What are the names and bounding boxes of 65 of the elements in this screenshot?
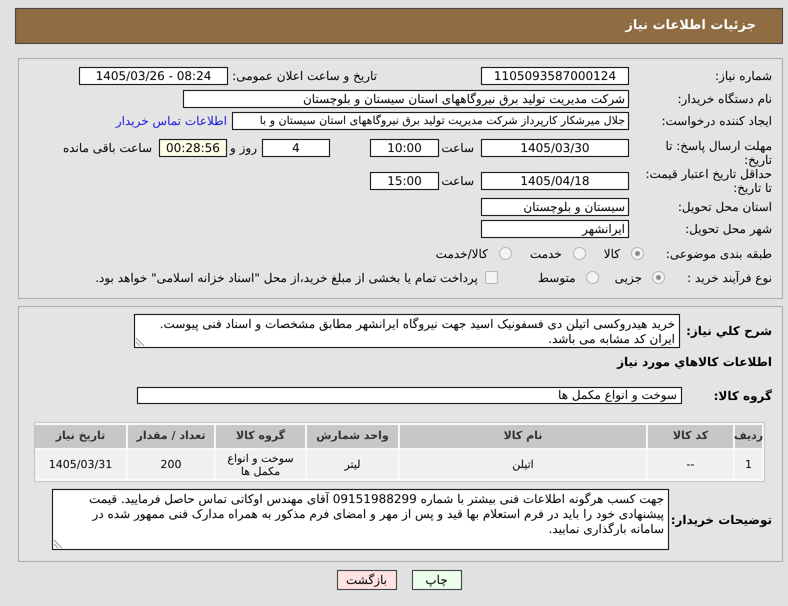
column-header: تاریخ نیاز bbox=[35, 425, 126, 448]
radio-label[interactable]: متوسط bbox=[538, 268, 576, 286]
radio-label[interactable]: کالا/خدمت bbox=[436, 244, 488, 262]
field-label: تاریخ و ساعت اعلان عمومی: bbox=[231, 69, 377, 83]
radio-label[interactable]: کالا bbox=[604, 244, 620, 262]
table-cell: اتیلن bbox=[400, 450, 646, 479]
text-field[interactable]: 1105093587000124 bbox=[481, 67, 629, 85]
text-field[interactable]: 1405/04/18 bbox=[481, 172, 629, 190]
field-label: حداقل تاریخ اعتبار قیمت: تا تاریخ: bbox=[644, 167, 772, 195]
column-header: کد کالا bbox=[648, 425, 733, 448]
column-header: تعداد / مقدار bbox=[128, 425, 214, 448]
field-label: شهر محل تحویل: bbox=[684, 222, 772, 236]
back-button[interactable]: بازگشت bbox=[336, 570, 396, 590]
field-label: ایجاد کننده درخواست: bbox=[660, 114, 772, 128]
field-label: روز و bbox=[228, 140, 257, 157]
text-field[interactable]: شرکت مدیریت تولید برق نیروگاههای استان سیستان و بلوچستان bbox=[183, 90, 629, 108]
radio-label[interactable]: جزیی bbox=[614, 268, 642, 286]
table-cell: 1 bbox=[735, 450, 762, 479]
column-header: نام کالا bbox=[400, 425, 646, 448]
checkbox-label[interactable]: پرداخت تمام یا بخشی از مبلغ خرید،از محل "اسناد خزانه اسلامی" خواهد بود. bbox=[95, 268, 478, 286]
field-label: ساعت bbox=[440, 140, 474, 157]
table-cell: 1405/03/31 bbox=[35, 450, 126, 479]
text-field[interactable]: سیستان و بلوچستان bbox=[481, 198, 629, 216]
radio-button[interactable] bbox=[572, 247, 586, 260]
text-field[interactable]: 1405/03/30 bbox=[481, 139, 629, 157]
checkbox[interactable] bbox=[484, 271, 498, 284]
radio-button[interactable] bbox=[586, 271, 599, 284]
field-label: استان محل تحویل: bbox=[676, 200, 772, 214]
radio-button[interactable] bbox=[652, 271, 665, 284]
print-button[interactable]: چاپ bbox=[412, 570, 462, 590]
days-field[interactable]: 4 bbox=[262, 139, 330, 157]
field-label: شماره نیاز: bbox=[714, 69, 772, 83]
remaining-time-field[interactable]: 00:28:56 bbox=[159, 139, 227, 157]
column-header: ردیف bbox=[735, 425, 762, 448]
text-field[interactable]: جلال میرشکار کارپرداز شرکت مدیریت تولید برق نیروگاههای استان سیستان و با bbox=[232, 112, 629, 130]
field-label: نام دستگاه خریدار: bbox=[676, 92, 772, 106]
field-label: مهلت ارسال پاسخ: تا تاریخ: bbox=[664, 139, 772, 167]
text-field[interactable]: ایرانشهر bbox=[481, 220, 629, 238]
goods-group-field[interactable]: سوخت و انواع مکمل ها bbox=[137, 387, 682, 404]
radio-label[interactable]: خدمت bbox=[530, 244, 562, 262]
field-label: نوع فرآیند خرید : bbox=[686, 270, 772, 284]
table-cell: لیتر bbox=[307, 450, 398, 479]
column-header: واحد شمارش bbox=[307, 425, 398, 448]
summary-textarea[interactable]: خرید هیدروکسی اتیلن دی فسفونیک اسید جهت نیروگاه ایرانشهر مطابق مشخصات و اسناد فنی پیوست. ایران کد مشابه می باشد. bbox=[134, 314, 680, 348]
field-label: توضیحات خریدار: bbox=[670, 512, 772, 526]
column-header: گروه کالا bbox=[216, 425, 305, 448]
field-label: طبقه بندی موضوعی: bbox=[664, 246, 772, 260]
table-cell: 200 bbox=[128, 450, 214, 479]
field-label: گروه کالا: bbox=[712, 388, 772, 402]
text-field[interactable]: 15:00 bbox=[370, 172, 439, 190]
page-title: جزئیات اطلاعات نیاز bbox=[625, 17, 756, 36]
resize-grip-icon[interactable] bbox=[54, 539, 63, 548]
table-cell: سوخت و انواع مکمل ها bbox=[216, 450, 305, 479]
text-field[interactable]: 1405/03/26 - 08:24 bbox=[79, 67, 228, 85]
field-label: شرح کلي نیاز: bbox=[685, 324, 772, 338]
radio-button[interactable] bbox=[631, 247, 644, 260]
buyer-notes-textarea[interactable]: جهت کسب هرگونه اطلاعات فنی بیشتر با شماره 09151988299 آقای مهندس اوکاتی تماس حاصل فرمایید. قیمت پیشنهادی خود را باید در فرم استعلام بها قید و پس از مهر و امضای فرم مذکور به همراه مدارک فنی ممهور شده در سامانه بارگذاری نمایید. bbox=[52, 489, 669, 550]
radio-button[interactable] bbox=[498, 247, 512, 260]
table-cell: -- bbox=[648, 450, 733, 479]
buyer-contact-link[interactable]: اطلاعات تماس خریدار bbox=[116, 112, 227, 130]
resize-grip-icon[interactable] bbox=[136, 337, 145, 346]
section-heading: اطلاعات کالاهاي مورد نياز bbox=[617, 355, 772, 370]
field-label: ساعت bbox=[440, 174, 474, 188]
text-field[interactable]: 10:00 bbox=[370, 139, 439, 157]
field-label: ساعت باقی مانده bbox=[62, 140, 152, 157]
